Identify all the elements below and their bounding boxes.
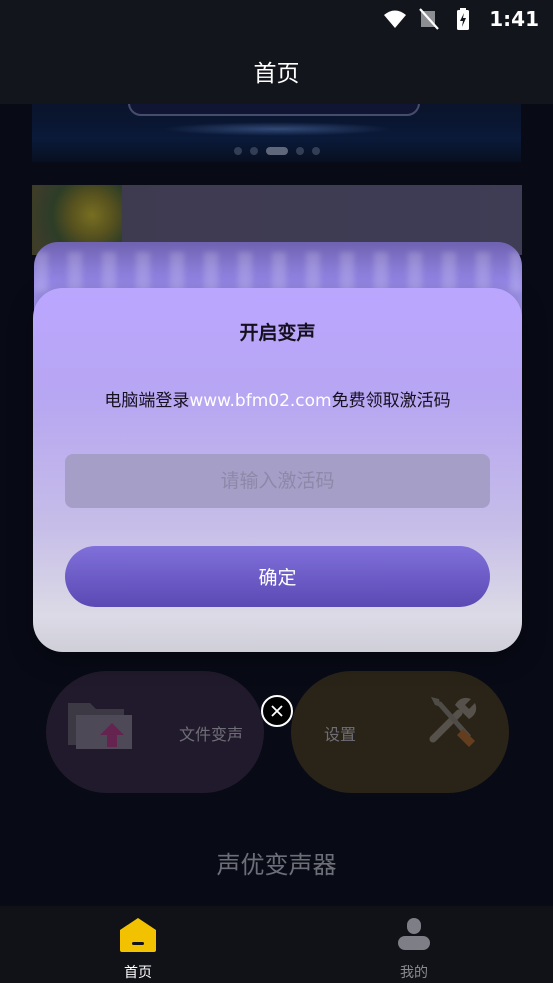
dialog-message: 电脑端登录www.bfm02.com免费领取激活码 <box>33 386 522 411</box>
home-icon <box>120 918 156 952</box>
carousel-dot <box>295 147 304 155</box>
no-signal-icon <box>419 8 440 30</box>
confirm-button[interactable]: 确定 <box>65 546 490 607</box>
banner-carousel[interactable] <box>32 104 521 162</box>
folder-upload-icon <box>68 703 132 749</box>
nav-label-mine: 我的 <box>400 965 428 981</box>
activation-code-input[interactable] <box>65 454 490 508</box>
file-voice-card[interactable]: 文件变声 <box>46 671 264 793</box>
banner-glow <box>162 122 392 136</box>
carousel-dot <box>233 147 242 155</box>
nav-item-home[interactable]: 首页 <box>78 906 198 983</box>
activation-dialog: 开启变声 电脑端登录www.bfm02.com免费领取激活码 确定 <box>33 288 522 652</box>
nav-label-home: 首页 <box>124 965 152 981</box>
settings-label: 设置 <box>324 725 357 744</box>
carousel-indicator <box>32 146 521 156</box>
dialog-message-prefix: 电脑端登录 <box>104 391 190 411</box>
banner-text-pill <box>128 104 420 116</box>
nav-item-mine[interactable]: 我的 <box>354 906 474 983</box>
dialog-title: 开启变声 <box>239 322 316 344</box>
close-icon <box>271 705 283 717</box>
dialog-message-site: www.bfm02.com <box>189 391 332 411</box>
carousel-dot-active <box>265 147 288 155</box>
wifi-icon <box>384 10 407 28</box>
person-icon <box>398 918 430 950</box>
page-title: 首页 <box>253 61 300 87</box>
dialog-message-suffix: 免费领取激活码 <box>331 391 451 411</box>
app-name: 声优变声器 <box>216 851 337 879</box>
status-time: 1:41 <box>489 7 539 31</box>
status-bar: 1:41 <box>0 0 553 38</box>
carousel-dot <box>311 147 320 155</box>
file-voice-label: 文件变声 <box>179 725 244 744</box>
dialog-header-pattern <box>34 252 522 292</box>
bottom-nav: 首页 我的 <box>0 906 553 983</box>
settings-card[interactable]: 设置 <box>291 671 509 793</box>
close-dialog-button[interactable] <box>261 695 293 727</box>
tools-icon <box>429 697 477 747</box>
top-app-bar: 首页 <box>0 38 553 104</box>
battery-charging-icon <box>457 8 470 30</box>
feature-row: 文件变声 设置 <box>0 671 553 793</box>
carousel-dot <box>249 147 258 155</box>
